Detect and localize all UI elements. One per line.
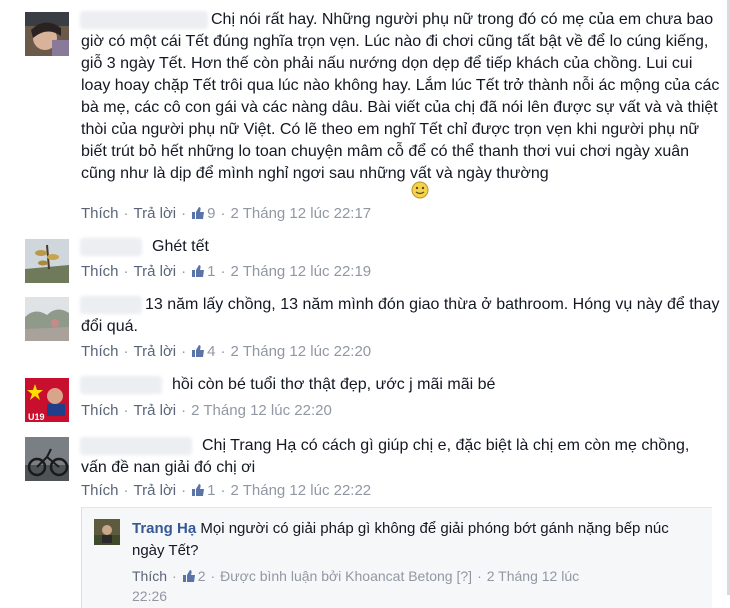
avatar[interactable]: [25, 297, 69, 341]
like-link[interactable]: Thích: [81, 402, 119, 419]
thumbs-up-icon: [192, 265, 205, 277]
avatar[interactable]: [25, 12, 69, 56]
commented-by: Được bình luận bởi Khoancat Betong: [220, 568, 453, 584]
reply-link[interactable]: Trả lời: [134, 482, 177, 499]
comment-actions: Thích · Trả lời · 1 · 2 Tháng 12 lúc 22:19: [81, 263, 372, 280]
like-count[interactable]: 9: [191, 205, 215, 222]
like-link[interactable]: Thích: [81, 205, 119, 222]
avatar[interactable]: [94, 519, 120, 545]
like-link[interactable]: Thích: [81, 343, 119, 360]
comment-actions: Thích · Trả lời · 1 · 2 Tháng 12 lúc 22:22: [81, 482, 372, 499]
timestamp-overflow[interactable]: 22:26: [132, 586, 167, 606]
thumbs-up-icon: [192, 207, 205, 219]
timestamp[interactable]: 2 Tháng 12 lúc 22:19: [230, 263, 371, 280]
comment-text: Chị nói rất hay. Những người phụ nữ tron…: [81, 11, 720, 182]
avatar[interactable]: [25, 437, 69, 481]
comment-actions: Thích · Trả lời · 9 · 2 Tháng 12 lúc 22:17: [81, 205, 372, 222]
smile-emoji-icon: [411, 181, 429, 204]
avatar[interactable]: [25, 239, 69, 283]
blurred-author-name: [80, 376, 162, 394]
comment-actions: Thích · Trả lời · 4 · 2 Tháng 12 lúc 22:20: [81, 343, 372, 360]
thumbs-up-icon: [192, 484, 205, 496]
timestamp[interactable]: 2 Tháng 12 lúc: [487, 568, 579, 584]
like-count[interactable]: 2: [182, 568, 205, 584]
timestamp[interactable]: 2 Tháng 12 lúc 22:20: [191, 402, 332, 419]
reply-link[interactable]: Trả lời: [134, 343, 177, 360]
blurred-author-name: [80, 238, 142, 256]
reply-author[interactable]: Trang Hạ: [132, 520, 196, 537]
reply-text: Mọi người có giải pháp gì không để giải …: [132, 520, 669, 559]
help-link[interactable]: [?]: [456, 568, 472, 584]
like-count[interactable]: 1: [191, 263, 215, 280]
reply-actions: Thích · 2 · Được bình luận bởi Khoancat Beto…: [132, 568, 580, 584]
like-count[interactable]: 4: [191, 343, 215, 360]
timestamp[interactable]: 2 Tháng 12 lúc 22:22: [230, 482, 371, 499]
reply-link[interactable]: Trả lời: [134, 402, 177, 419]
comment-text: 13 năm lấy chồng, 13 năm mình đón giao t…: [81, 296, 720, 335]
like-count[interactable]: 1: [191, 482, 215, 499]
avatar-badge-text: U19: [28, 412, 45, 422]
comment-actions: Thích · Trả lời · 2 Tháng 12 lúc 22:20: [81, 402, 332, 419]
like-link[interactable]: Thích: [81, 263, 119, 280]
reply-link[interactable]: Trả lời: [134, 205, 177, 222]
thumbs-up-icon: [182, 570, 195, 582]
comment-text: hồi còn bé tuổi thơ thật đẹp, ước j mãi …: [172, 376, 496, 393]
comment-text: Chị Trang Hạ có cách gì giúp chị e, đặc …: [81, 437, 690, 476]
thumbs-up-icon: [192, 345, 205, 357]
like-link[interactable]: Thích: [132, 568, 167, 584]
avatar[interactable]: U19: [25, 378, 69, 422]
comment-text: Ghét tết: [152, 238, 209, 255]
reply-link[interactable]: Trả lời: [134, 263, 177, 280]
timestamp[interactable]: 2 Tháng 12 lúc 22:20: [230, 343, 371, 360]
like-link[interactable]: Thích: [81, 482, 119, 499]
reply-text-block: Trang Hạ Mọi người có giải pháp gì không…: [132, 518, 702, 562]
timestamp[interactable]: 2 Tháng 12 lúc 22:17: [230, 205, 371, 222]
